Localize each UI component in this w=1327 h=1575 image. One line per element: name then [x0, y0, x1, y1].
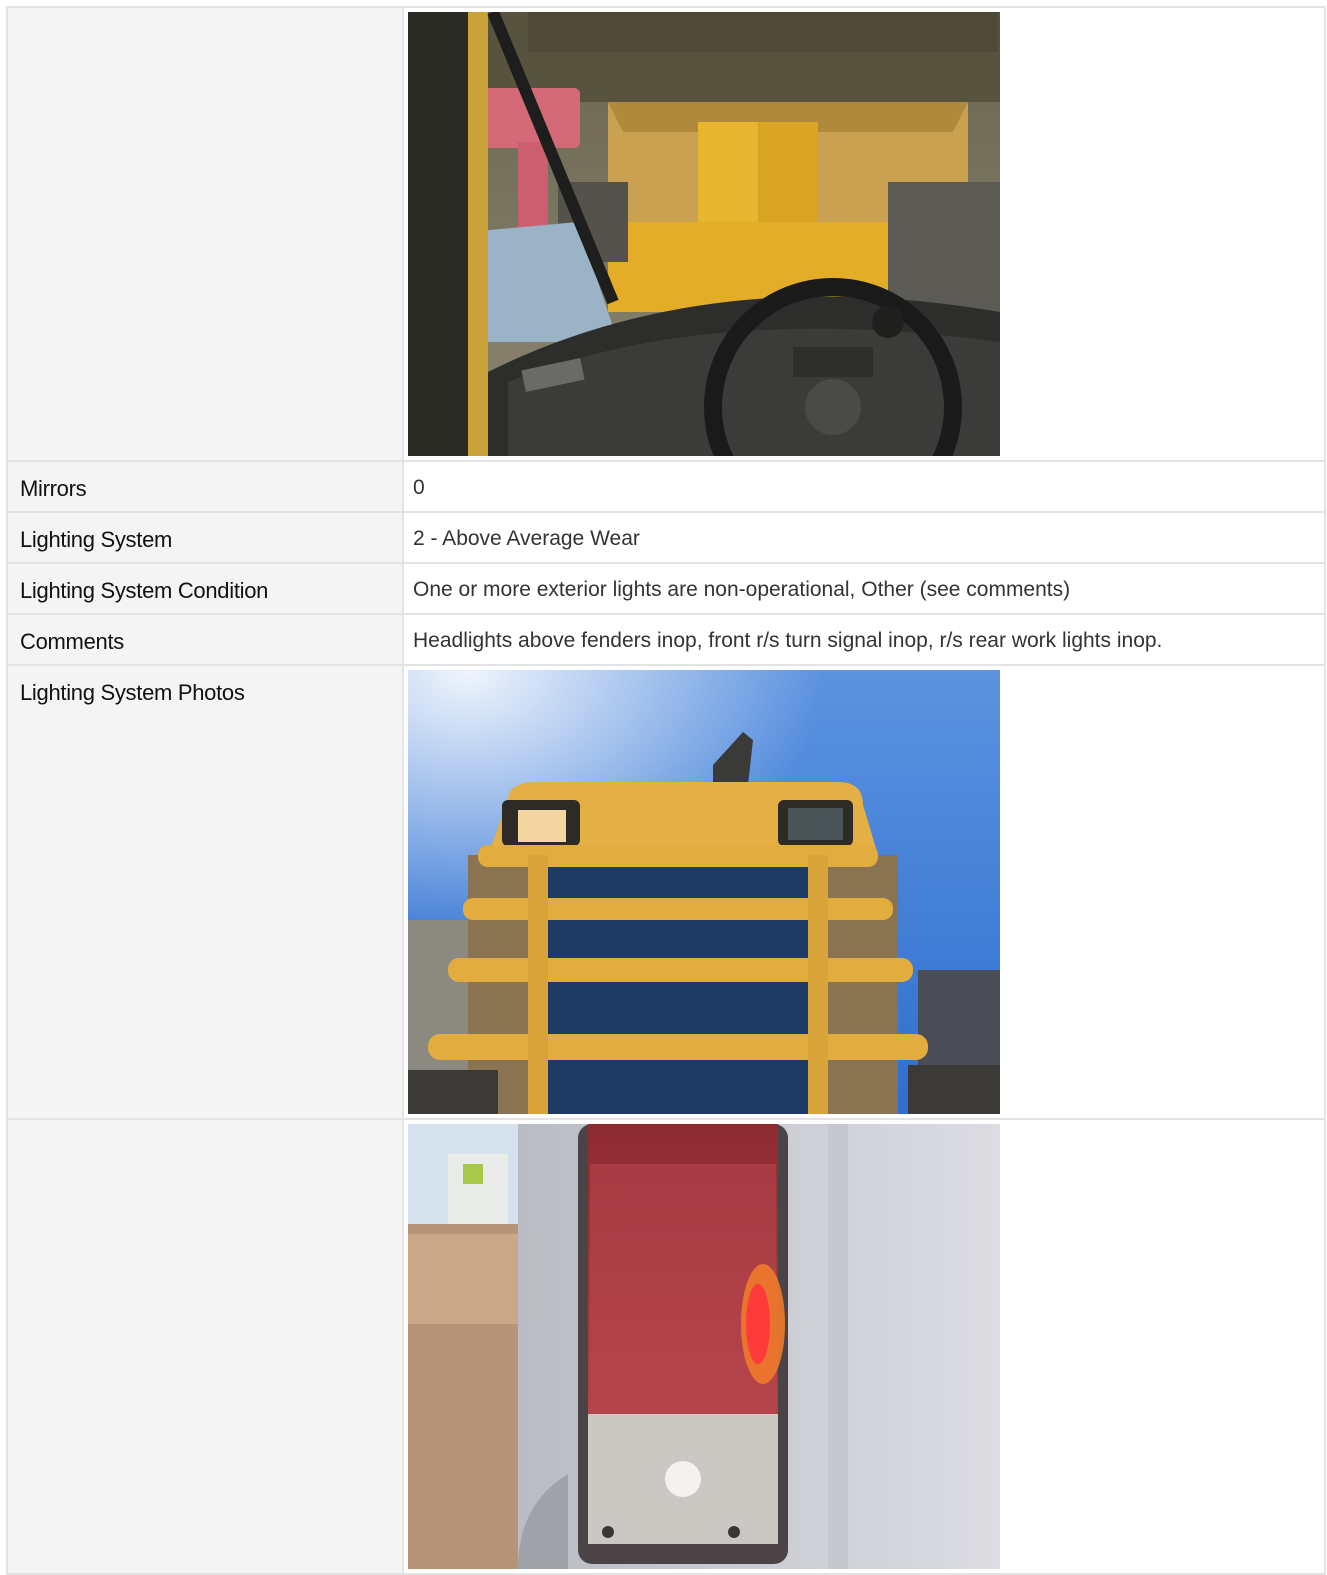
row-label-mirrors: Mirrors	[6, 460, 404, 513]
row-label-lighting-condition: Lighting System Condition	[6, 562, 404, 615]
photo-cell	[402, 664, 1326, 1120]
row-value-lighting-system: 2 - Above Average Wear	[402, 511, 1326, 564]
row-value-lighting-condition: One or more exterior lights are non-oper…	[402, 562, 1326, 615]
table-row: Lighting System Photos	[6, 664, 1326, 1120]
photo-front-grille-lights-icon[interactable]	[408, 670, 1000, 1114]
table-row	[6, 1118, 1326, 1575]
row-label-comments: Comments	[6, 613, 404, 666]
photo-cell	[402, 1118, 1326, 1575]
photo-rear-tail-light-icon[interactable]	[408, 1124, 1000, 1569]
row-label-empty	[6, 6, 404, 462]
row-label-empty	[6, 1118, 404, 1575]
table-row: Comments Headlights above fenders inop, …	[6, 613, 1326, 666]
inspection-report-table: Mirrors 0 Lighting System 2 - Above Aver…	[6, 6, 1326, 1575]
row-label-lighting-photos: Lighting System Photos	[6, 664, 404, 1120]
table-row: Lighting System 2 - Above Average Wear	[6, 511, 1326, 564]
row-label-lighting-system: Lighting System	[6, 511, 404, 564]
row-value-mirrors: 0	[402, 460, 1326, 513]
photo-cell	[402, 6, 1326, 462]
table-row: Lighting System Condition One or more ex…	[6, 562, 1326, 615]
row-value-comments: Headlights above fenders inop, front r/s…	[402, 613, 1326, 666]
table-row: Mirrors 0	[6, 460, 1326, 513]
table-row	[6, 6, 1326, 462]
photo-cab-interior-icon[interactable]	[408, 12, 1000, 456]
